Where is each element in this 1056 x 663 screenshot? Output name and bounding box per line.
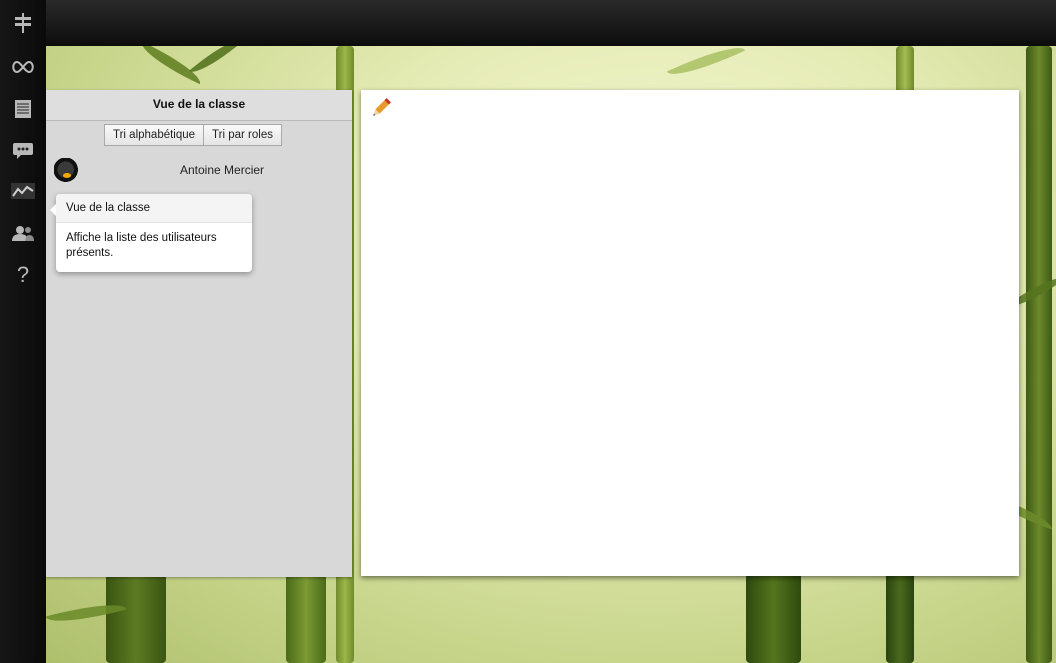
- users-icon[interactable]: [10, 220, 36, 246]
- sort-controls: Tri alphabétique Tri par roles: [104, 124, 282, 146]
- infinity-icon[interactable]: [10, 54, 36, 80]
- chart-icon[interactable]: [10, 178, 36, 204]
- top-bar: [0, 0, 1056, 46]
- panel-title: Vue de la classe: [46, 90, 352, 121]
- help-icon[interactable]: ?: [10, 262, 36, 288]
- pencil-icon[interactable]: [369, 96, 393, 120]
- signpost-icon[interactable]: [10, 10, 36, 36]
- tooltip-body: Affiche la liste des utilisateurs présen…: [66, 232, 217, 259]
- chat-icon[interactable]: [10, 138, 36, 164]
- app-sidebar: ?: [0, 0, 46, 663]
- class-view-panel: Vue de la classe Tri alphabétique Tri pa…: [46, 90, 352, 577]
- notepad-icon[interactable]: [10, 96, 36, 122]
- user-name: Antoine Mercier: [180, 163, 265, 177]
- avatar: [54, 158, 80, 184]
- help-glyph: ?: [16, 262, 30, 287]
- sort-alphabetical-button[interactable]: Tri alphabétique: [104, 124, 205, 146]
- tooltip-title: Vue de la classe: [56, 194, 252, 223]
- user-list-item[interactable]: Antoine Mercier: [54, 158, 344, 186]
- sort-by-roles-button[interactable]: Tri par roles: [204, 124, 282, 146]
- class-view-tooltip: Vue de la classe Affiche la liste des ut…: [50, 194, 252, 272]
- whiteboard-canvas[interactable]: [361, 90, 1019, 576]
